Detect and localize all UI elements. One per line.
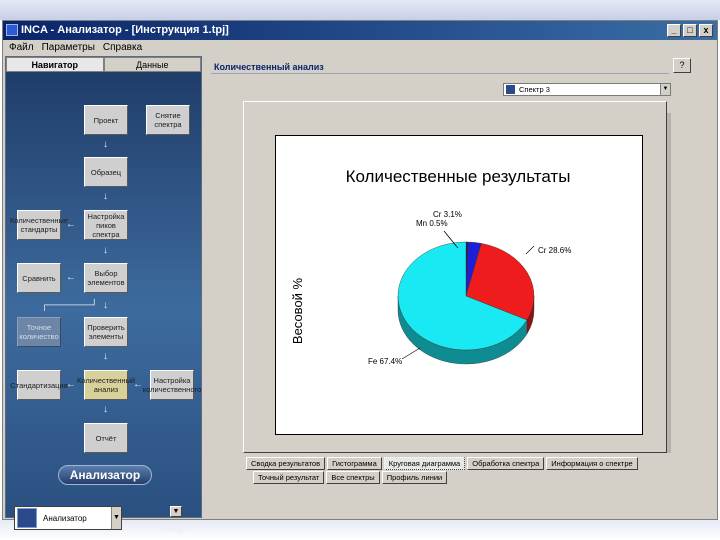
- title-bar[interactable]: INCA - Анализатор - [Инструкция 1.tpj] _…: [3, 21, 717, 40]
- nav-element-peaks[interactable]: Настройка пиков спектра: [84, 210, 128, 240]
- minimize-button[interactable]: _: [667, 24, 681, 37]
- pie-slices: [397, 241, 535, 365]
- pie-label-mn: Mn 0.5%: [416, 219, 448, 228]
- flow-arrow-left: ←: [66, 379, 76, 390]
- flow-arrow-left: ←: [133, 379, 143, 390]
- app-icon: [6, 24, 18, 36]
- flow-arrow-down: ↓: [103, 139, 108, 150]
- help-button[interactable]: ?: [673, 58, 691, 73]
- flow-arrow-down: ↓: [103, 351, 108, 362]
- nav-project[interactable]: Проект: [84, 105, 128, 135]
- result-tabs-row1: Сводка результатов Гистограмма Круговая …: [246, 457, 638, 470]
- flow-arrow-left: ←: [66, 219, 76, 230]
- close-button[interactable]: x: [699, 24, 713, 37]
- navigator-panel: Навигатор Данные Проект Снятие спектра ↓…: [5, 56, 202, 534]
- page-title: Количественный анализ: [214, 62, 324, 72]
- analyzer-combo[interactable]: Анализатор ▼: [14, 506, 122, 530]
- maximize-button[interactable]: □: [683, 24, 697, 37]
- energy-dropdown-button[interactable]: ▼: [170, 506, 182, 517]
- tab-all-spectra[interactable]: Все спектры: [326, 471, 380, 484]
- nav-quant-standards[interactable]: Количественные стандарты: [10, 210, 68, 240]
- tab-spectrum-processing[interactable]: Обработка спектра: [467, 457, 545, 470]
- energy-label: Energy: [160, 525, 186, 534]
- analyzer-icon: [17, 508, 37, 528]
- navigator-tabs: Навигатор Данные: [6, 57, 201, 72]
- flow-arrow-down: ↓: [103, 300, 108, 311]
- nav-spectrum-settings[interactable]: Снятие спектра: [146, 105, 190, 135]
- spectrum-select-value: Спектр 3: [519, 85, 550, 94]
- y-axis-label: Весовой %: [290, 277, 305, 344]
- tab-results-summary[interactable]: Сводка результатов: [246, 457, 326, 470]
- chevron-down-icon[interactable]: ▼: [111, 507, 121, 529]
- analyzer-button[interactable]: Анализатор: [58, 465, 152, 485]
- nav-quant-settings[interactable]: Настройка количественного: [143, 370, 201, 400]
- spectrum-icon: [506, 85, 515, 94]
- title-divider: [211, 73, 669, 74]
- menu-bar: Файл Параметры Справка: [3, 40, 717, 56]
- pie-label-cr-small: Cr 3.1%: [433, 210, 462, 219]
- tab-navigator[interactable]: Навигатор: [6, 57, 104, 72]
- flow-arrow-branch: ┌──────┘: [41, 300, 98, 311]
- leader-line-cr-right: [525, 245, 535, 255]
- flow-arrow-down: ↓: [103, 245, 108, 256]
- nav-quant-analysis[interactable]: Количественный анализ: [77, 370, 135, 400]
- chevron-down-icon[interactable]: ▼: [660, 84, 670, 95]
- window-controls: _ □ x: [667, 24, 713, 37]
- pie-label-fe: Fe 67.4%: [368, 357, 402, 366]
- menu-help[interactable]: Справка: [103, 40, 142, 56]
- analyzer-combo-value: Анализатор: [43, 513, 87, 523]
- chart-title: Количественные результаты: [346, 167, 571, 186]
- tab-spectrum-info[interactable]: Информация о спектре: [546, 457, 638, 470]
- chart-area: Количественные результаты Весовой % Cr 3…: [275, 135, 643, 435]
- nav-find-elements[interactable]: Сравнить: [17, 263, 61, 293]
- nav-report[interactable]: Отчёт: [84, 423, 128, 453]
- tab-pie-chart[interactable]: Круговая диаграмма: [383, 457, 466, 470]
- result-tabs-row2: Точный результат Все спектры Профиль лин…: [253, 471, 448, 484]
- flow-arrow-down: ↓: [103, 191, 108, 202]
- flow-arrow-down: ↓: [103, 404, 108, 415]
- nav-accurate-results[interactable]: Точное количество: [17, 317, 61, 347]
- tab-histogram[interactable]: Гистограмма: [327, 457, 382, 470]
- tab-accurate-result[interactable]: Точный результат: [253, 471, 325, 484]
- tab-data[interactable]: Данные: [103, 57, 201, 72]
- nav-standardization[interactable]: Стандартизация: [10, 370, 68, 400]
- leader-line-fe: [401, 347, 421, 360]
- window-title: INCA - Анализатор - [Инструкция 1.tpj]: [21, 24, 229, 36]
- nav-check-elements[interactable]: Проверить элементы: [84, 317, 128, 347]
- nav-select-elements[interactable]: Выбор элементов: [84, 263, 128, 293]
- nav-sample[interactable]: Образец: [84, 157, 128, 187]
- menu-file[interactable]: Файл: [9, 40, 34, 56]
- tab-line-profile[interactable]: Профиль линии: [381, 471, 448, 484]
- pie-label-cr-large: Cr 28.6%: [538, 246, 571, 255]
- menu-parameters[interactable]: Параметры: [42, 40, 95, 56]
- pie-chart: Количественные результаты Весовой % Cr 3…: [290, 167, 571, 366]
- desktop-top-strip: [0, 0, 720, 20]
- spectrum-select[interactable]: Спектр 3 ▼: [503, 83, 671, 96]
- flow-arrow-left: ←: [66, 272, 76, 283]
